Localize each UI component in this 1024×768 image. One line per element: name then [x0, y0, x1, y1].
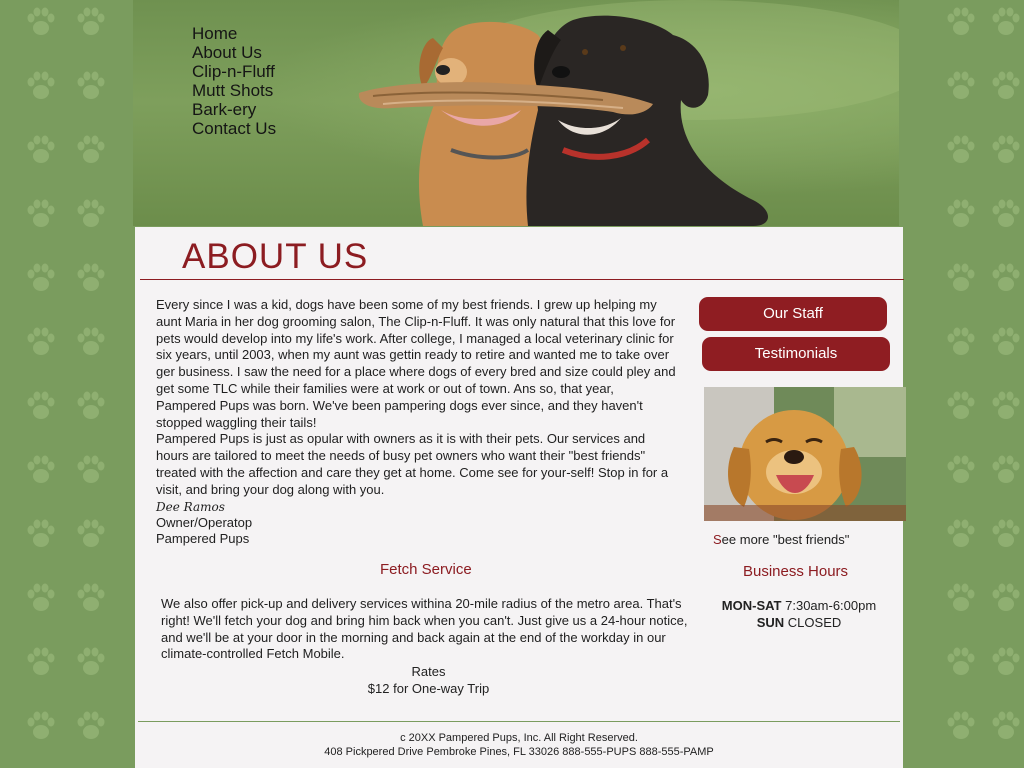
business-hours: MON-SAT 7:30am-6:00pm SUN CLOSED — [721, 598, 877, 630]
owner-company: Pampered Pups — [156, 531, 250, 547]
main-nav: Home About Us Clip-n-Fluff Mutt Shots Ba… — [192, 24, 276, 138]
footer-divider — [138, 721, 900, 722]
paw-print-icon — [989, 709, 1023, 743]
paw-print-icon — [989, 69, 1023, 103]
paw-print-icon — [989, 325, 1023, 359]
title-divider — [140, 279, 904, 280]
signature: Dee Ramos — [156, 499, 225, 514]
paw-print-icon — [24, 133, 58, 167]
paw-print-icon — [989, 261, 1023, 295]
paw-print-icon — [74, 197, 108, 231]
nav-item-mutt-shots[interactable]: Mutt Shots — [192, 81, 276, 100]
paw-print-icon — [24, 453, 58, 487]
our-staff-button[interactable]: Our Staff — [699, 297, 887, 331]
rates-title: Rates — [411, 664, 446, 679]
paw-print-icon — [989, 133, 1023, 167]
paw-print-icon — [24, 69, 58, 103]
business-hours-heading: Business Hours — [743, 563, 849, 580]
paw-print-icon — [24, 517, 58, 551]
nav-item-contact-us[interactable]: Contact Us — [192, 119, 276, 138]
paw-print-icon — [74, 645, 108, 679]
about-intro: Every since I was a kid, dogs have been … — [156, 297, 676, 548]
paw-print-icon — [24, 709, 58, 743]
paw-print-icon — [24, 261, 58, 295]
paw-print-icon — [989, 581, 1023, 615]
owner-role: Owner/Operatop — [156, 514, 253, 530]
paw-print-icon — [74, 709, 108, 743]
paw-print-icon — [24, 5, 58, 39]
address: 408 Pickpered Drive Pembroke Pines, FL 3… — [324, 746, 714, 758]
rates: Rates $12 for One-way Trip — [161, 663, 696, 697]
paw-print-icon — [74, 453, 108, 487]
nav-item-clip-n-fluff[interactable]: Clip-n-Fluff — [192, 62, 276, 81]
nav-item-home[interactable]: Home — [192, 24, 276, 43]
paw-print-icon — [24, 389, 58, 423]
testimonials-button[interactable]: Testimonials — [702, 337, 890, 371]
paw-print-icon — [989, 517, 1023, 551]
fetch-service-text: We also offer pick-up and delivery servi… — [161, 596, 688, 662]
paw-print-icon — [24, 645, 58, 679]
paw-print-icon — [944, 581, 978, 615]
paw-print-icon — [944, 261, 978, 295]
paw-print-icon — [74, 389, 108, 423]
paw-print-icon — [944, 197, 978, 231]
see-more-best-friends-link[interactable]: See more "best friends" — [713, 532, 849, 547]
nav-item-bark-ery[interactable]: Bark-ery — [192, 100, 276, 119]
paw-print-icon — [24, 581, 58, 615]
one-way-rate: $12 for One-way Trip — [367, 681, 490, 696]
nav-item-about-us[interactable]: About Us — [192, 43, 276, 62]
paw-print-icon — [74, 69, 108, 103]
footer: c 20XX Pampered Pups, Inc. All Right Res… — [135, 731, 903, 759]
paw-print-icon — [24, 325, 58, 359]
paw-print-icon — [944, 69, 978, 103]
paw-print-icon — [944, 645, 978, 679]
header-banner: Home About Us Clip-n-Fluff Mutt Shots Ba… — [133, 0, 899, 226]
paw-print-icon — [989, 645, 1023, 679]
paw-print-icon — [74, 261, 108, 295]
intro-paragraph-2: Pampered Pups is just as opular with own… — [156, 431, 669, 497]
paw-print-icon — [74, 5, 108, 39]
paw-print-icon — [944, 325, 978, 359]
paw-print-icon — [944, 5, 978, 39]
paw-print-icon — [944, 133, 978, 167]
paw-print-icon — [944, 453, 978, 487]
copyright: c 20XX Pampered Pups, Inc. All Right Res… — [400, 732, 638, 744]
paw-print-icon — [989, 389, 1023, 423]
paw-print-icon — [74, 133, 108, 167]
intro-paragraph-1: Every since I was a kid, dogs have been … — [156, 297, 676, 430]
golden-retriever-photo — [704, 387, 906, 521]
paw-print-icon — [944, 389, 978, 423]
paw-print-icon — [989, 453, 1023, 487]
paw-print-icon — [944, 517, 978, 551]
main-content: ABOUT US Every since I was a kid, dogs h… — [135, 227, 906, 768]
paw-print-icon — [74, 517, 108, 551]
paw-print-icon — [989, 5, 1023, 39]
paw-print-icon — [989, 197, 1023, 231]
paw-print-icon — [24, 197, 58, 231]
paw-print-icon — [74, 325, 108, 359]
fetch-service-heading: Fetch Service — [380, 561, 472, 578]
paw-print-icon — [74, 581, 108, 615]
page-title: ABOUT US — [182, 237, 369, 276]
paw-print-icon — [944, 709, 978, 743]
